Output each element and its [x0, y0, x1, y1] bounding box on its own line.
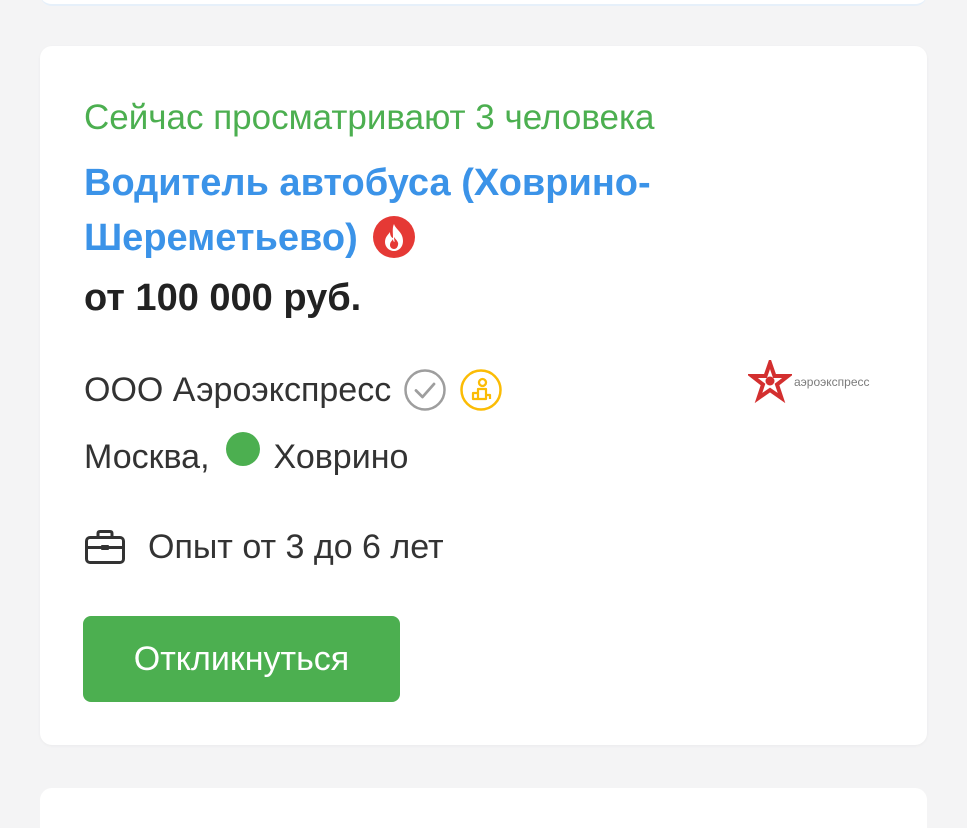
person-award-icon[interactable]	[459, 368, 503, 412]
company-row: ООО Аэроэкспресс	[84, 368, 503, 412]
vacancy-title-block[interactable]: Водитель автобуса (Ховрино-Шереметьево)	[84, 156, 724, 266]
vacancy-title-link[interactable]: Водитель автобуса (Ховрино-Шереметьево)	[84, 162, 651, 259]
aeroexpress-star-logo-icon	[748, 360, 792, 404]
location-row: Москва, Ховрино	[84, 432, 409, 480]
viewers-count-text: Сейчас просматривают 3 человека	[84, 98, 655, 137]
company-logo-text: аэроэкспресс	[794, 375, 870, 389]
fire-icon	[372, 215, 415, 258]
briefcase-icon	[85, 530, 125, 564]
next-card-edge	[40, 788, 927, 828]
metro-line-dot-icon	[225, 432, 260, 466]
company-logo[interactable]: аэроэкспресс	[748, 360, 872, 404]
company-name-link[interactable]: ООО Аэроэкспресс	[84, 371, 391, 410]
metro-station-text: Ховрино	[273, 437, 409, 476]
experience-text: Опыт от 3 до 6 лет	[148, 527, 444, 566]
city-text: Москва,	[84, 437, 210, 476]
vacancy-card[interactable]: Сейчас просматривают 3 человека Водитель…	[40, 46, 927, 745]
previous-card-edge	[40, 0, 927, 6]
check-circle-icon[interactable]	[403, 368, 447, 412]
salary-text: от 100 000 руб.	[84, 277, 362, 319]
respond-button[interactable]: Откликнуться	[83, 616, 400, 702]
experience-row: Опыт от 3 до 6 лет	[84, 524, 444, 570]
